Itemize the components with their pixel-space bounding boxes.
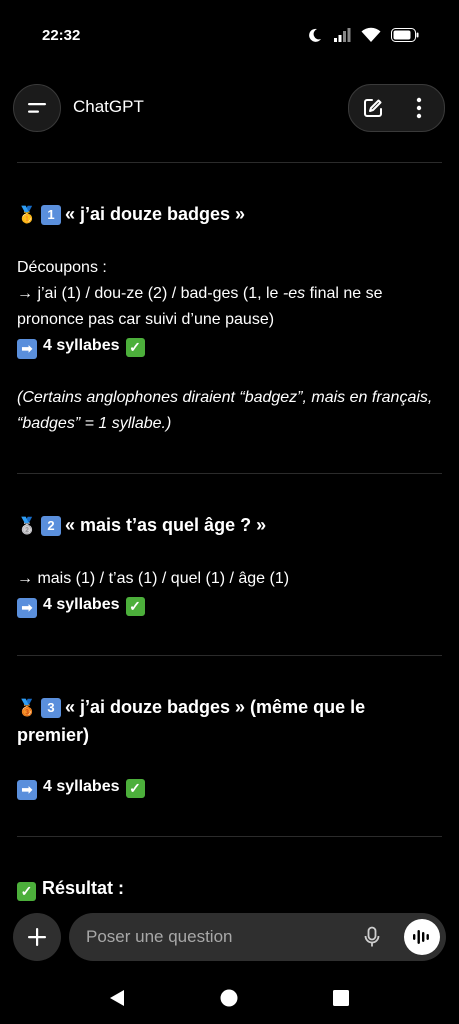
composer [0, 913, 459, 961]
divider [17, 162, 442, 163]
message-input-pill [69, 913, 446, 961]
cellular-signal-icon [334, 28, 351, 42]
voice-mode-button[interactable] [404, 919, 440, 955]
arrow-right-icon: ➡ [17, 598, 37, 618]
add-attachment-button[interactable] [13, 913, 61, 961]
section-2: 🥈 2 « mais t’as quel âge ? » → mais (1) / … [17, 512, 437, 618]
app-header: ChatGPT [0, 84, 459, 132]
section-1-heading: 🥇 1 « j’ai douze badges » [17, 201, 437, 229]
section-1-title: « j’ai douze badges » [65, 204, 246, 224]
status-icons [307, 27, 419, 43]
app-title: ChatGPT [73, 97, 144, 116]
check-mark-icon: ✓ [17, 882, 36, 901]
divider [17, 655, 442, 656]
section-1-breakdown: → j’ai (1) / dou-ze (2) / bad-ges (1, le… [17, 285, 383, 328]
menu-icon [28, 103, 46, 113]
arrow-right-icon: ➡ [17, 780, 37, 800]
keycap-number: 3 [41, 698, 61, 718]
divider [17, 836, 442, 837]
section-1-result: ➡ 4 syllabes ✓ [17, 333, 437, 359]
section-1: 🥇 1 « j’ai douze badges » Découpons : → j’… [17, 201, 437, 437]
voice-waveform-icon [413, 930, 429, 944]
status-bar: 22:32 [0, 0, 459, 72]
section-3-heading: 🥉 3 « j’ai douze badges » (même que le pre… [17, 694, 437, 748]
system-navigation-bar [0, 972, 459, 1024]
bronze-medal-icon: 🥉 [17, 700, 37, 717]
wifi-icon [361, 27, 381, 42]
microphone-icon [364, 926, 380, 947]
summary-heading: ✓ Résultat : [17, 875, 437, 901]
section-2-result: ➡ 4 syllabes ✓ [17, 592, 437, 618]
section-3-result: ➡ 4 syllabes ✓ [17, 774, 437, 800]
summary-section: ✓ Résultat : [17, 875, 437, 901]
gold-medal-icon: 🥇 [17, 207, 37, 224]
silver-medal-icon: 🥈 [17, 518, 37, 535]
section-1-note: (Certains anglophones diraient “badgez”,… [17, 389, 433, 432]
check-mark-icon: ✓ [125, 597, 145, 616]
check-mark-icon: ✓ [125, 338, 145, 357]
battery-icon [391, 28, 419, 42]
section-3: 🥉 3 « j’ai douze badges » (même que le pre… [17, 694, 437, 800]
menu-button[interactable] [13, 84, 61, 132]
keycap-number: 1 [41, 205, 61, 225]
more-vertical-icon [416, 97, 422, 119]
dictation-button[interactable] [360, 925, 384, 949]
divider [17, 473, 442, 474]
message-input[interactable] [86, 927, 336, 947]
section-2-heading: 🥈 2 « mais t’as quel âge ? » [17, 512, 437, 540]
new-chat-button[interactable] [361, 96, 385, 120]
section-3-title: « j’ai douze badges » (même que le premi… [17, 697, 366, 745]
arrow-right-icon: ➡ [17, 339, 37, 359]
section-2-title: « mais t’as quel âge ? » [65, 515, 267, 535]
section-2-breakdown: → mais (1) / t’as (1) / quel (1) / âge (… [17, 570, 290, 587]
check-mark-icon: ✓ [125, 779, 145, 798]
do-not-disturb-moon-icon [309, 28, 321, 42]
home-icon[interactable] [220, 989, 238, 1007]
keycap-number: 2 [41, 516, 61, 536]
recents-icon[interactable] [332, 989, 350, 1007]
section-1-intro: Découpons : [17, 259, 107, 276]
status-time: 22:32 [42, 27, 81, 44]
summary-title: Résultat : [42, 878, 125, 898]
back-icon[interactable] [108, 989, 126, 1007]
header-action-group [348, 84, 445, 132]
plus-icon [28, 928, 46, 946]
edit-pencil-icon [364, 99, 382, 117]
more-options-button[interactable] [407, 96, 431, 120]
